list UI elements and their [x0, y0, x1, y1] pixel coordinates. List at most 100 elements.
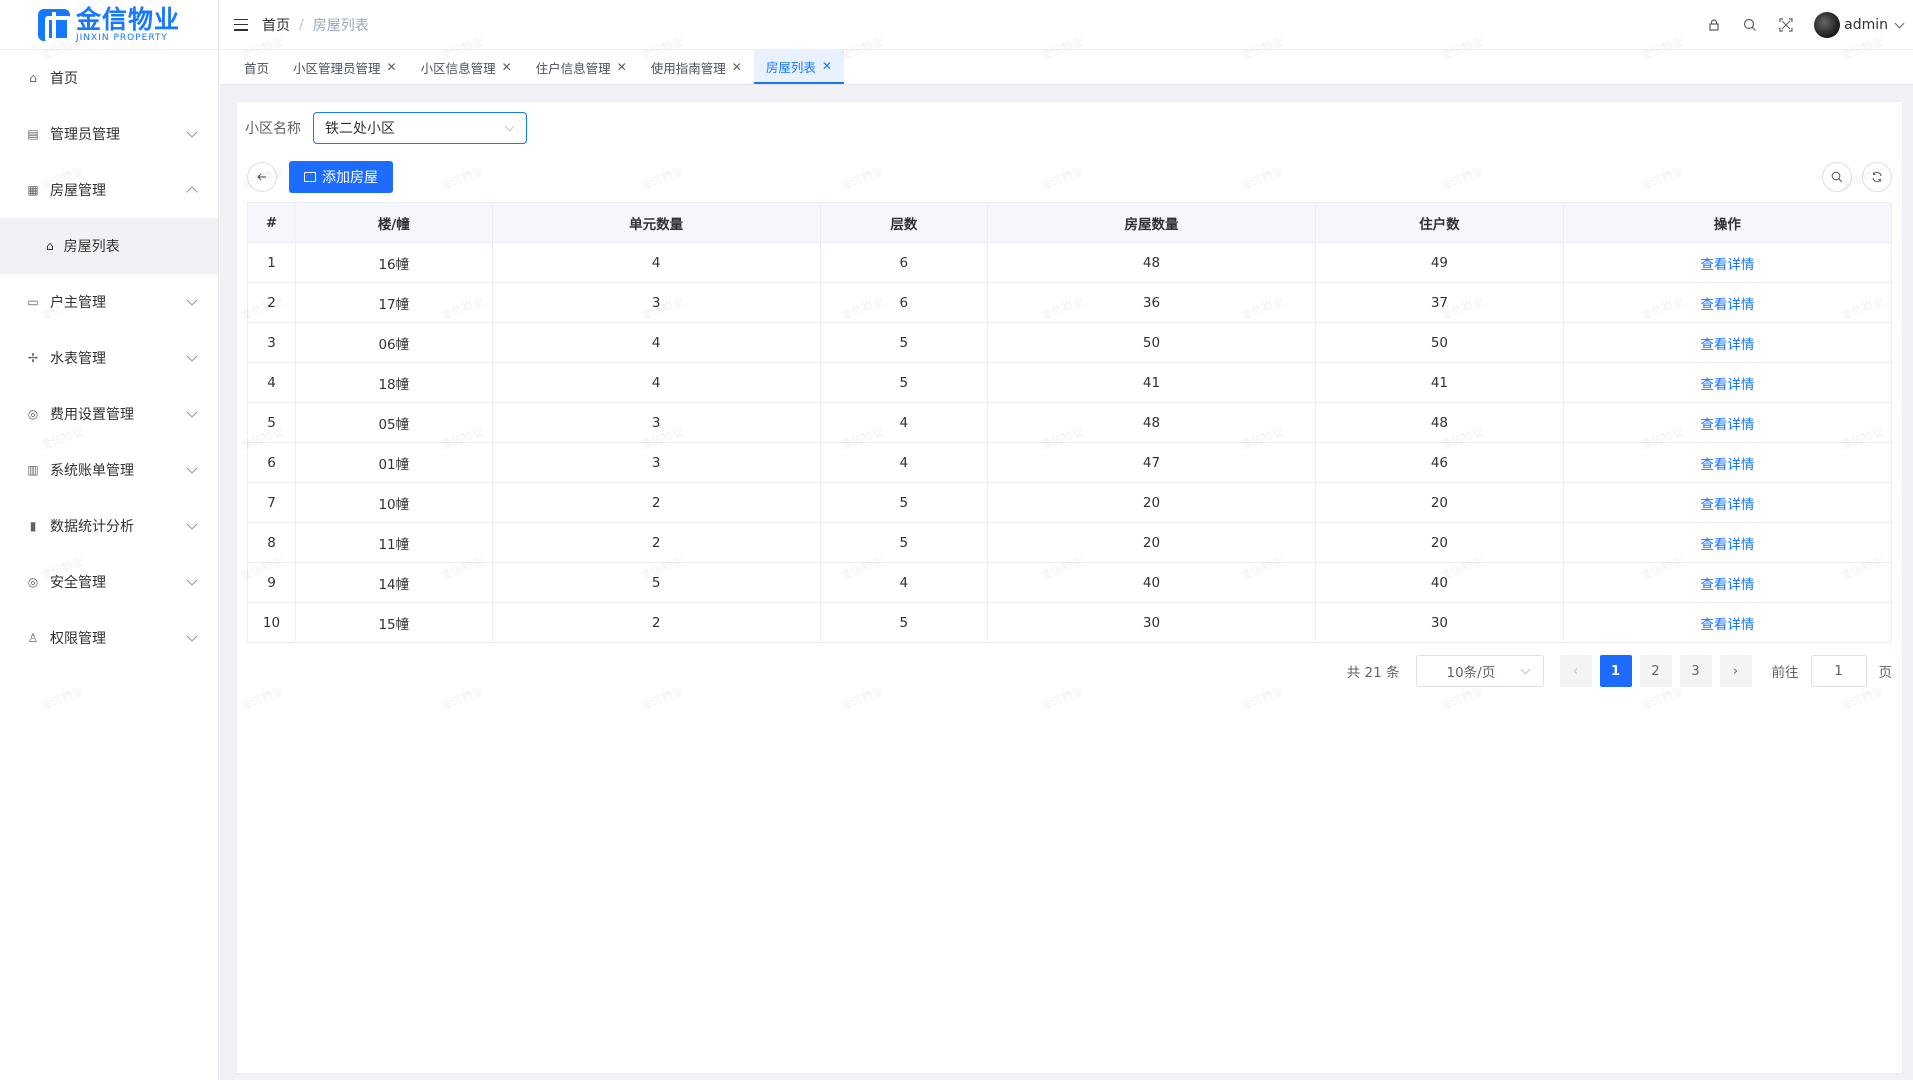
brand-name: 金信物业	[75, 4, 180, 34]
close-icon[interactable]: ✕	[617, 60, 627, 74]
tab-label: 小区信息管理	[420, 60, 496, 76]
breadcrumb-home[interactable]: 首页	[262, 15, 290, 35]
back-button[interactable]	[247, 162, 277, 192]
table-header-row: # 楼/幢 单元数量 层数 房屋数量 住户数 操作	[247, 202, 1893, 243]
table-cell: 5	[819, 522, 988, 563]
table-search-button[interactable]	[1822, 162, 1852, 192]
sidebar-item-stats[interactable]: ▮ 数据统计分析	[0, 498, 218, 554]
sidebar-item-label: 安全管理	[50, 575, 106, 591]
table-cell: 4	[819, 442, 988, 483]
table-cell: 20	[986, 522, 1317, 563]
tab-community-admin[interactable]: 小区管理员管理 ✕	[281, 50, 409, 84]
view-details-link[interactable]: 查看详情	[1562, 562, 1893, 603]
tab-community-info[interactable]: 小区信息管理 ✕	[409, 50, 524, 84]
view-details-link[interactable]: 查看详情	[1562, 522, 1893, 563]
chevron-down-icon	[186, 462, 198, 474]
table-cell: 4	[247, 362, 296, 403]
table-cell: 41	[1315, 362, 1564, 403]
goto-suffix: 页	[1878, 665, 1893, 681]
brand-logo[interactable]: 金信物业 JINXIN PROPERTY	[0, 0, 218, 50]
table-cell: 30	[1315, 602, 1564, 643]
close-icon[interactable]: ✕	[732, 60, 742, 74]
view-details-link[interactable]: 查看详情	[1562, 322, 1893, 363]
close-icon[interactable]: ✕	[387, 60, 397, 74]
page-button[interactable]: 3	[1679, 655, 1712, 687]
page-button[interactable]: 1	[1599, 655, 1632, 687]
sidebar-subitem-house-list[interactable]: ⌂ 房屋列表	[0, 218, 218, 274]
table-cell: 4	[819, 402, 988, 443]
add-house-button[interactable]: 添加房屋	[289, 161, 393, 193]
table-cell: 01幢	[295, 442, 493, 483]
chevron-down-icon	[186, 518, 198, 530]
fullscreen-icon[interactable]	[1778, 17, 1794, 33]
page-button[interactable]: 2	[1639, 655, 1672, 687]
view-details-link[interactable]: 查看详情	[1562, 242, 1893, 283]
pagination: 共 21 条 10条/页 ‹ 1 2 3 › 前往 1 页	[1347, 655, 1892, 687]
table-cell: 11幢	[295, 522, 493, 563]
tab-resident-info[interactable]: 住户信息管理 ✕	[524, 50, 639, 84]
sidebar-item-label: 费用设置管理	[50, 407, 134, 423]
table-cell: 20	[986, 482, 1317, 523]
breadcrumb-separator: /	[299, 16, 304, 33]
prev-page-button[interactable]: ‹	[1559, 655, 1592, 687]
close-icon[interactable]: ✕	[502, 60, 512, 74]
house-icon: ⌂	[46, 239, 54, 253]
brand-name-en: JINXIN PROPERTY	[75, 32, 168, 43]
sidebar: 金信物业 JINXIN PROPERTY ⌂ 首页 ▤ 管理员管理 ▦ 房屋管理…	[0, 0, 219, 1080]
table-cell: 6	[247, 442, 296, 483]
view-details-link[interactable]: 查看详情	[1562, 402, 1893, 443]
sidebar-item-bills[interactable]: ▥ 系统账单管理	[0, 442, 218, 498]
table-cell: 8	[247, 522, 296, 563]
view-details-link[interactable]: 查看详情	[1562, 482, 1893, 523]
chevron-down-icon	[186, 574, 198, 586]
lock-icon[interactable]	[1706, 17, 1722, 33]
sidebar-item-label: 户主管理	[50, 295, 106, 311]
sidebar-item-admin[interactable]: ▤ 管理员管理	[0, 106, 218, 162]
view-details-link[interactable]: 查看详情	[1562, 442, 1893, 483]
page-size-select[interactable]: 10条/页	[1415, 655, 1544, 687]
table-cell: 4	[491, 242, 821, 283]
tab-label: 住户信息管理	[535, 60, 611, 76]
tab-home[interactable]: 首页	[232, 50, 281, 84]
user-menu[interactable]: admin	[1814, 12, 1905, 38]
content-card: 小区名称 铁二处小区 添加房屋 # 楼/幢 单元数量 层数 房屋数量 住户数 操…	[236, 101, 1903, 1074]
view-details-link[interactable]: 查看详情	[1562, 602, 1893, 643]
sidebar-item-water[interactable]: ✢ 水表管理	[0, 330, 218, 386]
view-details-link[interactable]: 查看详情	[1562, 362, 1893, 403]
table-cell: 5	[491, 562, 821, 603]
table-cell: 18幢	[295, 362, 493, 403]
community-filter-label: 小区名称	[245, 121, 301, 137]
sidebar-item-label: 房屋列表	[63, 239, 120, 255]
chevron-down-icon	[1520, 664, 1530, 675]
refresh-button[interactable]	[1862, 162, 1892, 192]
tabs-bar: 首页 小区管理员管理 ✕ 小区信息管理 ✕ 住户信息管理 ✕ 使用指南管理 ✕ 房屋列表…	[220, 50, 1913, 85]
avatar	[1814, 12, 1841, 38]
tab-label: 使用指南管理	[650, 60, 726, 76]
sidebar-item-home[interactable]: ⌂ 首页	[0, 50, 218, 106]
search-icon[interactable]	[1742, 17, 1758, 33]
sidebar-item-owner[interactable]: ▭ 户主管理	[0, 274, 218, 330]
grid-icon: ▦	[27, 183, 39, 197]
next-page-button[interactable]: ›	[1719, 655, 1752, 687]
sidebar-item-house[interactable]: ▦ 房屋管理	[0, 162, 218, 218]
sidebar-item-fees[interactable]: ◎ 费用设置管理	[0, 386, 218, 442]
sidebar-item-permissions[interactable]: ♙ 权限管理	[0, 610, 218, 666]
close-icon[interactable]: ✕	[822, 59, 832, 73]
tab-guide[interactable]: 使用指南管理 ✕	[639, 50, 754, 84]
view-details-link[interactable]: 查看详情	[1562, 282, 1893, 323]
table-cell: 9	[247, 562, 296, 603]
column-header: 房屋数量	[986, 202, 1317, 243]
table-row: 10 15幢 2 5 30 30 查看详情	[247, 602, 1893, 643]
table-row: 8 11幢 2 5 20 20 查看详情	[247, 522, 1893, 563]
tab-label: 首页	[244, 60, 270, 76]
community-select[interactable]: 铁二处小区	[313, 112, 527, 144]
menu-toggle-icon[interactable]	[234, 18, 248, 31]
table-cell: 37	[1315, 282, 1564, 323]
table-cell: 2	[491, 602, 821, 643]
goto-page-input[interactable]: 1	[1810, 655, 1867, 687]
sidebar-item-security[interactable]: ◎ 安全管理	[0, 554, 218, 610]
table-cell: 17幢	[295, 282, 493, 323]
water-icon: ✢	[27, 351, 39, 365]
settings-icon: ◎	[27, 407, 39, 421]
tab-house-list[interactable]: 房屋列表 ✕	[753, 50, 844, 84]
